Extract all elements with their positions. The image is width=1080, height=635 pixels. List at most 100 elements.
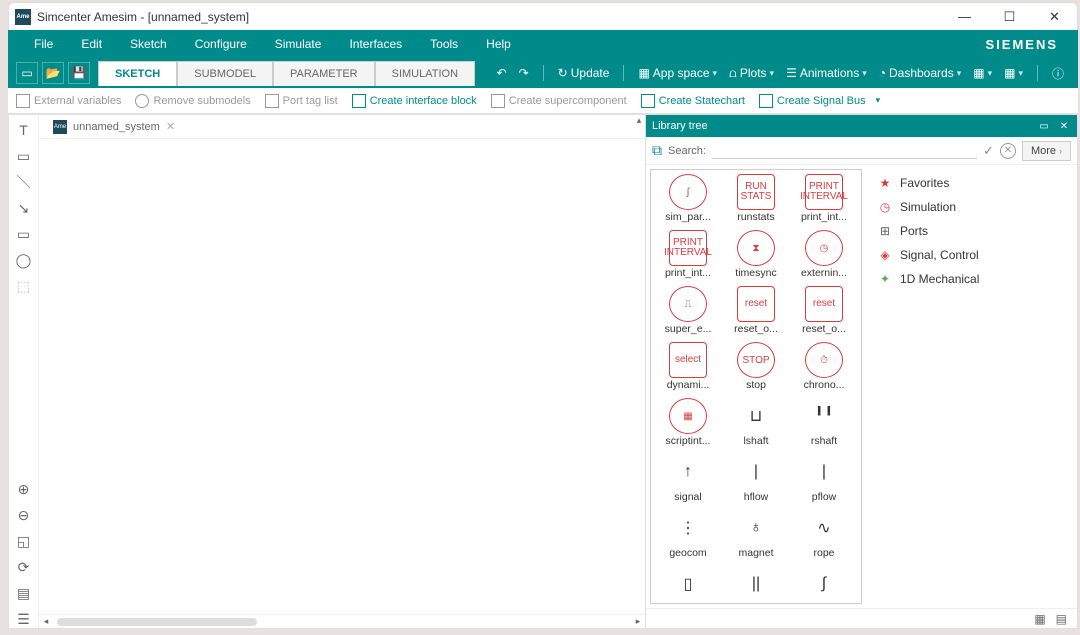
line-tool-icon[interactable]: ＼: [15, 173, 33, 191]
search-label: Search:: [668, 145, 706, 157]
component-item[interactable]: ⏱chrono...: [791, 342, 857, 396]
scroll-up-icon[interactable]: ▴: [633, 115, 645, 127]
category-item[interactable]: ✦1D Mechanical: [870, 267, 1073, 291]
component-item[interactable]: |pflow: [791, 454, 857, 508]
image-tool-icon[interactable]: ▭: [15, 147, 33, 165]
text-tool-icon[interactable]: T: [15, 121, 33, 139]
menu-edit[interactable]: Edit: [67, 30, 116, 58]
component-icon: RUN STATS: [737, 174, 775, 210]
scroll-thumb[interactable]: [57, 618, 257, 626]
canvas-body[interactable]: [39, 139, 645, 614]
menu-tools[interactable]: Tools: [416, 30, 472, 58]
menu-simulate[interactable]: Simulate: [261, 30, 336, 58]
menu-file[interactable]: File: [20, 30, 67, 58]
scroll-left-icon[interactable]: ◂: [39, 616, 53, 627]
minimize-button[interactable]: —: [942, 3, 987, 31]
search-cancel-icon[interactable]: ✕: [1000, 143, 1016, 159]
update-button[interactable]: ↻Update: [554, 66, 614, 80]
menu-configure[interactable]: Configure: [181, 30, 261, 58]
category-item[interactable]: ◈Signal, Control: [870, 243, 1073, 267]
component-label: reset_o...: [734, 323, 778, 335]
help-icon[interactable]: ⓘ: [1048, 65, 1068, 82]
canvas-tab[interactable]: Ame unnamed_system ✕: [45, 120, 183, 134]
refresh-icon[interactable]: ⟳: [15, 558, 33, 576]
search-input[interactable]: [712, 142, 977, 159]
tab-simulation[interactable]: SIMULATION: [375, 61, 475, 86]
component-item[interactable]: ♁magnet: [723, 510, 789, 564]
component-item[interactable]: PRINT INTERVALprint_int...: [791, 174, 857, 228]
scroll-right-icon[interactable]: ▸: [631, 616, 645, 627]
tree-icon[interactable]: ⧉: [652, 142, 662, 159]
mode-right-tools: ↶ ↷ ↻Update ▦App space▾ ⩍Plots▾ ☰Animati…: [493, 65, 1078, 82]
component-item[interactable]: ⊔lshaft: [723, 398, 789, 452]
component-item[interactable]: ⋮geocom: [655, 510, 721, 564]
grid2-icon[interactable]: ▦▾: [1000, 66, 1027, 80]
open-icon[interactable]: 📂: [42, 62, 64, 84]
component-item[interactable]: ╹╹rshaft: [791, 398, 857, 452]
layers-icon[interactable]: ☰: [15, 610, 33, 628]
tab-parameter[interactable]: PARAMETER: [273, 61, 375, 86]
grid1-icon[interactable]: ▦▾: [969, 66, 996, 80]
component-item[interactable]: STOPstop: [723, 342, 789, 396]
h-scroll[interactable]: ◂ ▸: [39, 614, 645, 628]
close-button[interactable]: ✕: [1032, 3, 1077, 31]
menu-help[interactable]: Help: [472, 30, 525, 58]
close-tab-icon[interactable]: ✕: [166, 120, 175, 133]
search-confirm-icon[interactable]: ✓: [983, 143, 994, 159]
maximize-button[interactable]: ☐: [987, 3, 1032, 31]
category-item[interactable]: ★Favorites: [870, 171, 1073, 195]
component-item[interactable]: ▦scriptint...: [655, 398, 721, 452]
plots-button[interactable]: ⩍Plots▾: [725, 66, 778, 81]
settings-icon[interactable]: ▤: [15, 584, 33, 602]
component-item[interactable]: ↑signal: [655, 454, 721, 508]
port-tag-button[interactable]: Port tag list: [265, 94, 338, 108]
component-item[interactable]: resetreset_o...: [791, 286, 857, 340]
component-item[interactable]: |hflow: [723, 454, 789, 508]
component-item[interactable]: resetreset_o...: [723, 286, 789, 340]
more-button[interactable]: More ›: [1022, 141, 1071, 161]
component-item[interactable]: ▯thermal: [655, 566, 721, 604]
component-item[interactable]: ∿rope: [791, 510, 857, 564]
zoom-in-icon[interactable]: ⊕: [15, 480, 33, 498]
undo-icon[interactable]: ↶: [493, 66, 511, 80]
dashboards-button[interactable]: ◔Dashboards▾: [875, 66, 966, 80]
panel-close-icon[interactable]: ✕: [1057, 119, 1071, 133]
category-item[interactable]: ⊞Ports: [870, 219, 1073, 243]
rect-tool-icon[interactable]: ▭: [15, 225, 33, 243]
arrow-tool-icon[interactable]: ↘: [15, 199, 33, 217]
animations-button[interactable]: ☰Animations▾: [782, 66, 871, 80]
component-item[interactable]: ◷externin...: [791, 230, 857, 284]
create-signalbus-button[interactable]: Create Signal Bus▾: [759, 94, 880, 108]
zoom-fit-icon[interactable]: ◱: [15, 532, 33, 550]
create-interface-button[interactable]: Create interface block: [352, 94, 477, 108]
component-item[interactable]: ⎍super_e...: [655, 286, 721, 340]
save-icon[interactable]: 💾: [68, 62, 90, 84]
category-item[interactable]: ◷Simulation: [870, 195, 1073, 219]
tab-sketch[interactable]: SKETCH: [98, 61, 177, 86]
v-scroll[interactable]: ▴: [633, 115, 645, 614]
group-tool-icon[interactable]: ⬚: [15, 277, 33, 295]
component-item[interactable]: RUN STATSrunstats: [723, 174, 789, 228]
component-item[interactable]: selectdynami...: [655, 342, 721, 396]
appspace-button[interactable]: ▦App space▾: [634, 66, 721, 80]
component-item[interactable]: ⧗timesync: [723, 230, 789, 284]
status-icon-1[interactable]: ▦: [1034, 612, 1045, 626]
zoom-out-icon[interactable]: ⊖: [15, 506, 33, 524]
component-item[interactable]: ∫sim_par...: [655, 174, 721, 228]
external-vars-button[interactable]: External variables: [16, 94, 121, 108]
tab-submodel[interactable]: SUBMODEL: [177, 61, 273, 86]
create-statechart-button[interactable]: Create Statechart: [641, 94, 745, 108]
create-supercomponent-button[interactable]: Create supercomponent: [491, 94, 627, 108]
ellipse-tool-icon[interactable]: ◯: [15, 251, 33, 269]
dock-icon[interactable]: ▭: [1037, 119, 1051, 133]
redo-icon[interactable]: ↷: [515, 66, 533, 80]
component-item[interactable]: PRINT INTERVALprint_int...: [655, 230, 721, 284]
menu-interfaces[interactable]: Interfaces: [335, 30, 416, 58]
component-label: rope: [813, 547, 834, 559]
status-icon-2[interactable]: ▤: [1056, 612, 1067, 626]
menu-sketch[interactable]: Sketch: [116, 30, 181, 58]
remove-submodels-button[interactable]: Remove submodels: [135, 94, 250, 108]
component-item[interactable]: ||meca2D: [723, 566, 789, 604]
new-icon[interactable]: ▭: [16, 62, 38, 84]
component-item[interactable]: ∫elect: [791, 566, 857, 604]
